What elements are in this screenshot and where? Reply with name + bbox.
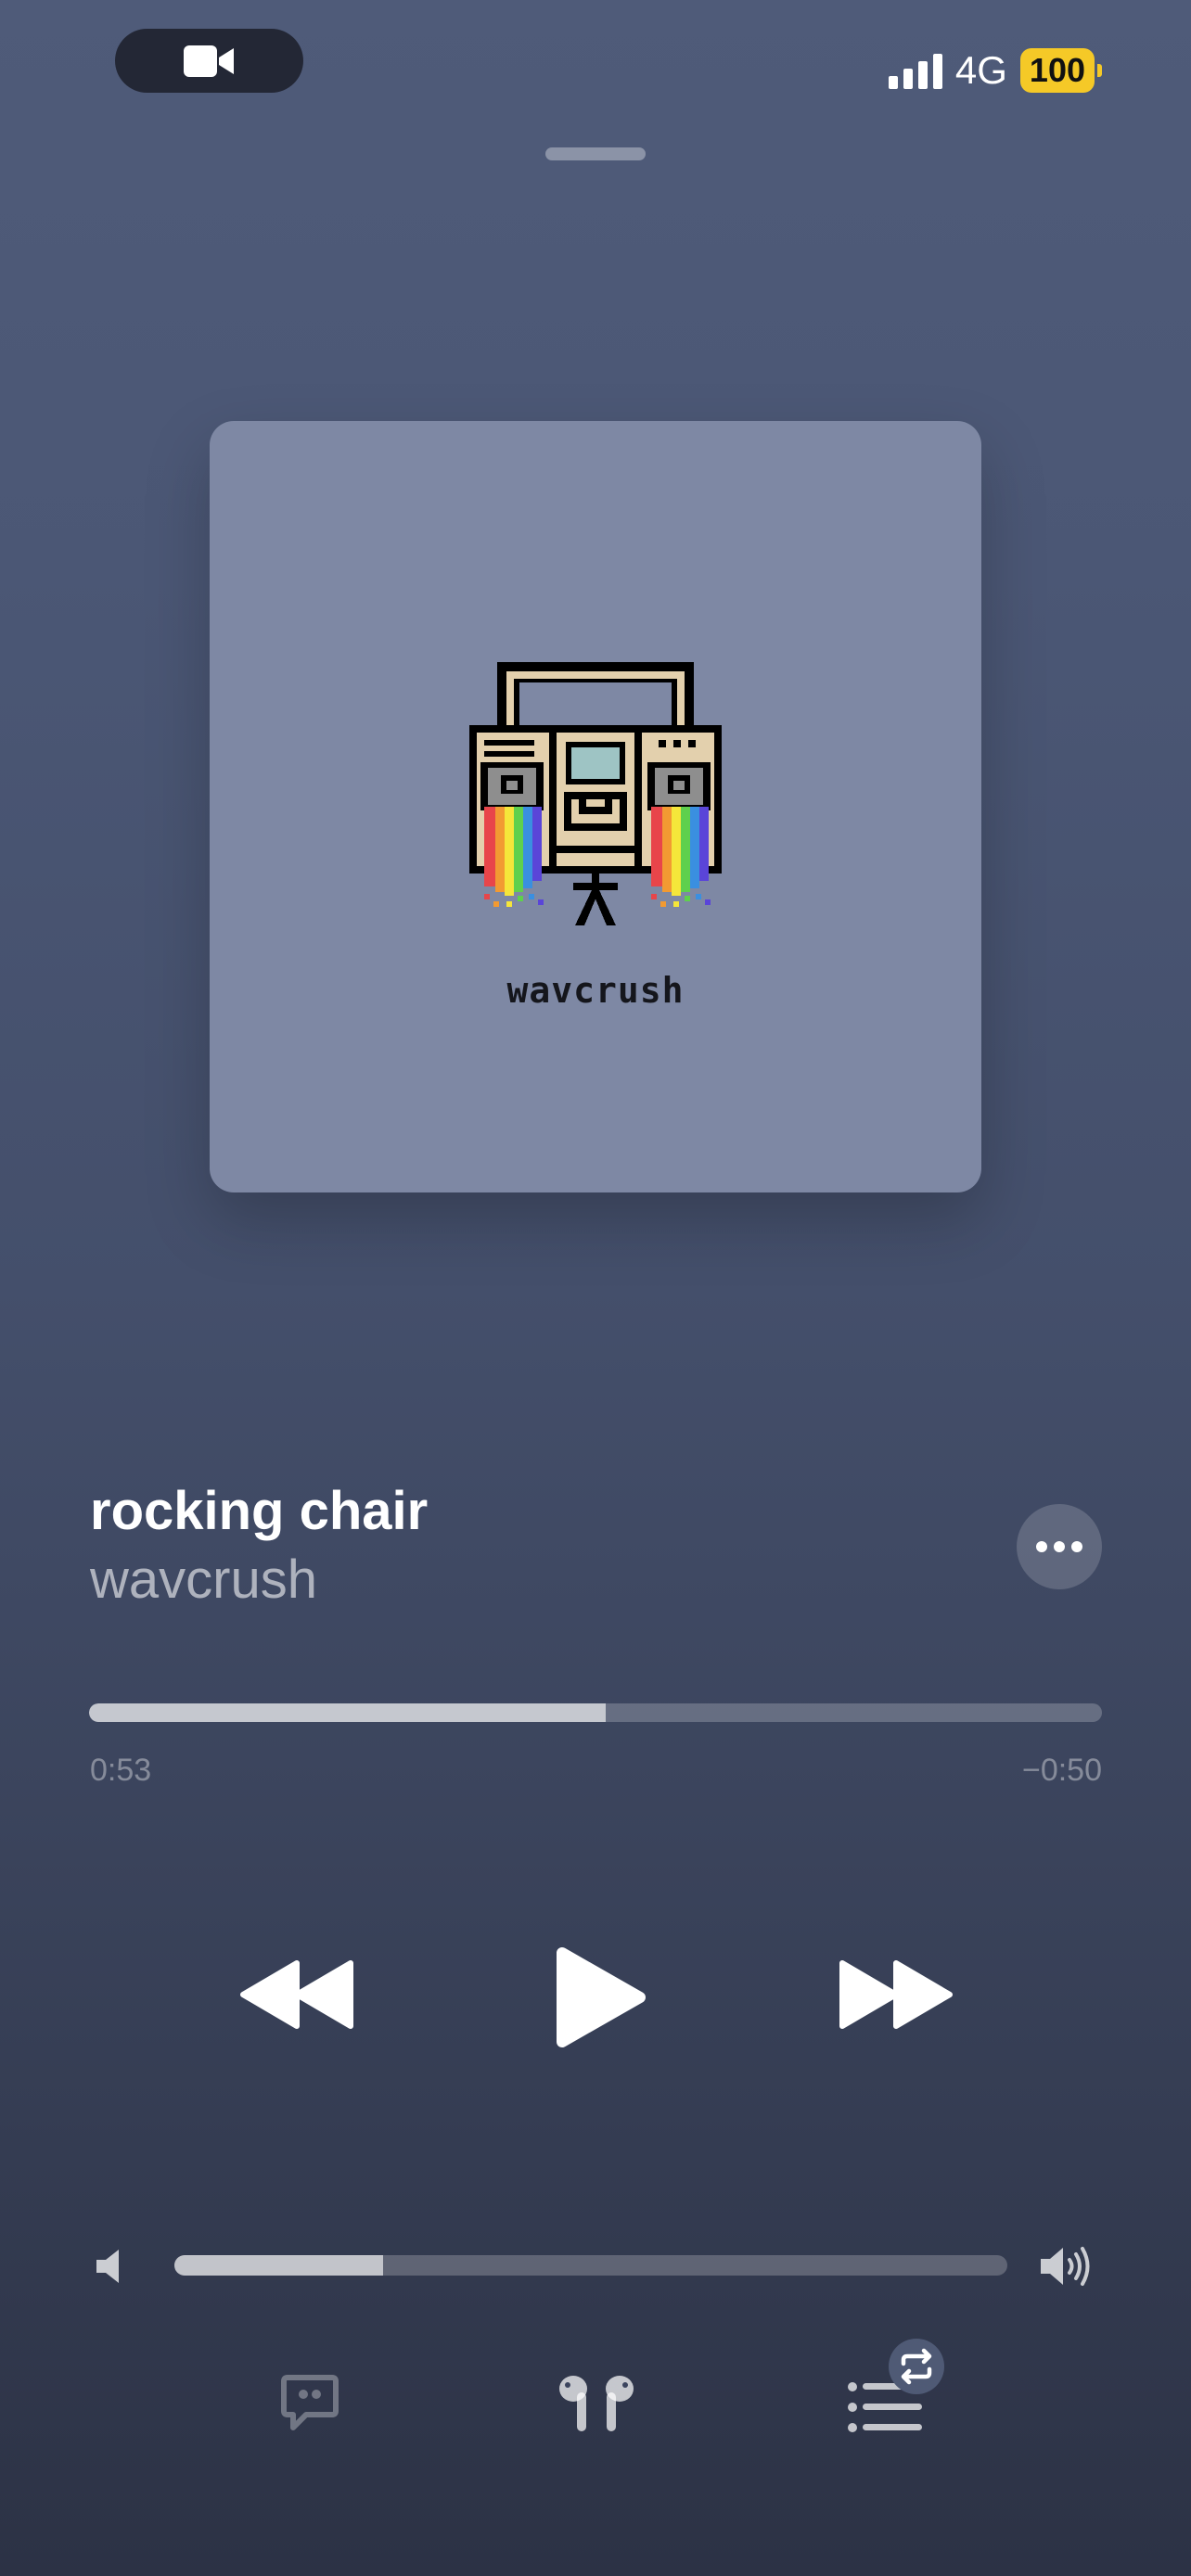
battery-tip — [1097, 64, 1102, 77]
time-remaining: −0:50 — [1021, 1753, 1102, 1788]
ellipsis-icon — [1036, 1541, 1047, 1552]
volume-slider[interactable] — [174, 2255, 1007, 2276]
battery-indicator: 100 — [1019, 48, 1102, 93]
quote-bubble-icon — [281, 2375, 339, 2430]
fast-forward-icon — [839, 1960, 953, 2029]
queue-list-icon — [848, 2339, 944, 2432]
network-type: 4G — [954, 48, 1007, 92]
time-elapsed: 0:53 — [90, 1753, 152, 1788]
speaker-high-icon — [1039, 2244, 1096, 2289]
album-artwork: wavcrush — [210, 421, 981, 1192]
playback-progress-fill — [89, 1703, 606, 1722]
more-options-button[interactable] — [1017, 1504, 1102, 1589]
volume-slider-fill — [174, 2255, 383, 2276]
queue-button[interactable] — [848, 2339, 948, 2435]
lyrics-button[interactable] — [280, 2374, 339, 2433]
battery-level: 100 — [1019, 48, 1095, 93]
play-button[interactable] — [555, 1945, 647, 2049]
sheet-grabber[interactable] — [545, 147, 646, 160]
rewind-button[interactable] — [239, 1959, 356, 2030]
artwork-label: wavcrush — [506, 970, 685, 1011]
track-title: rocking chair — [90, 1481, 429, 1541]
camera-indicator — [115, 29, 303, 93]
rewind-icon — [240, 1960, 353, 2029]
airpods-icon — [559, 2376, 634, 2431]
speaker-low-icon — [95, 2248, 128, 2285]
video-camera-icon — [183, 45, 234, 77]
track-artist[interactable]: wavcrush — [90, 1549, 317, 1611]
status-bar-right: 4G 100 — [888, 45, 1102, 96]
cellular-signal-icon — [888, 52, 942, 89]
playback-scrubber[interactable] — [89, 1703, 1102, 1722]
fast-forward-button[interactable] — [837, 1959, 954, 2030]
boombox-illustration — [469, 662, 722, 925]
play-icon — [557, 1947, 646, 2047]
airpods-output-button[interactable] — [557, 2372, 636, 2433]
